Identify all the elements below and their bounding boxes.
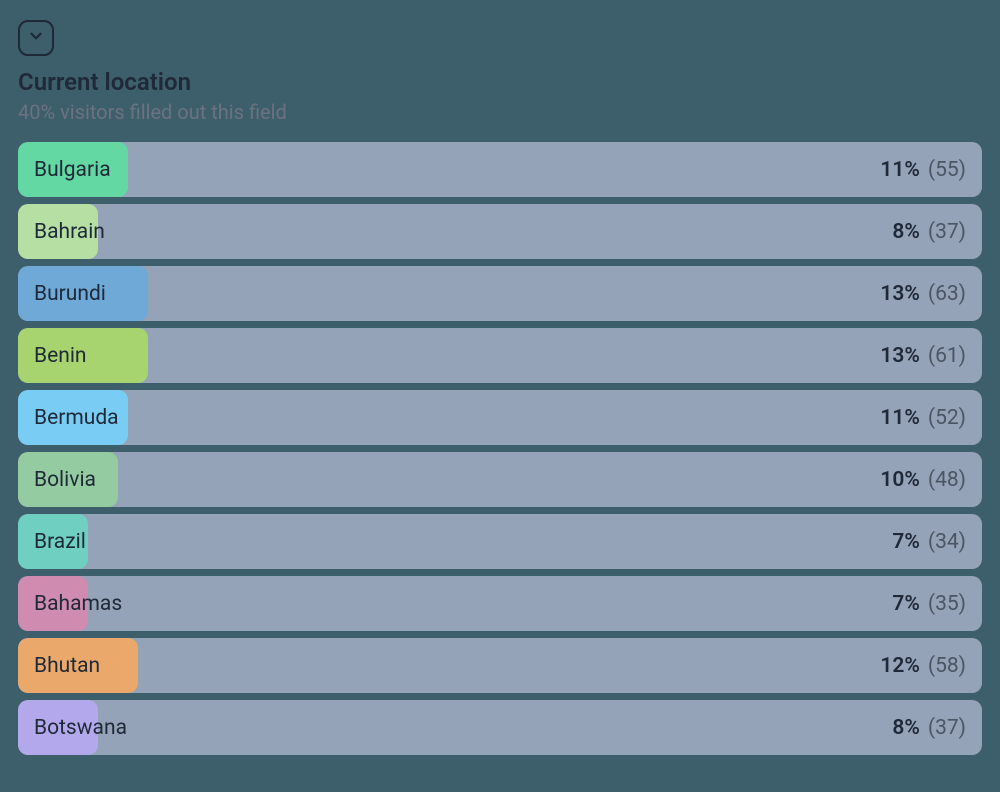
bar-label: Burundi	[18, 282, 880, 306]
bar-stats: 13% (63)	[880, 282, 982, 306]
bar-percent: 8%	[892, 716, 920, 740]
bar-stats: 8% (37)	[892, 220, 982, 244]
bar-count: (58)	[928, 654, 966, 678]
bar-label: Bhutan	[18, 654, 880, 678]
bar-stats: 10% (48)	[880, 468, 982, 492]
bar-count: (52)	[928, 406, 966, 430]
bar-percent: 13%	[880, 282, 920, 306]
bar-count: (48)	[928, 468, 966, 492]
bar-label: Brazil	[18, 530, 892, 554]
bar-percent: 7%	[892, 530, 920, 554]
bar-label: Botswana	[18, 716, 892, 740]
bar-count: (37)	[928, 220, 966, 244]
bar-label: Bahamas	[18, 592, 892, 616]
dropdown-icon-box[interactable]	[18, 20, 54, 56]
bar-label: Bahrain	[18, 220, 892, 244]
bar-label: Bolivia	[18, 468, 880, 492]
bar-list: Bulgaria11%(55)Bahrain8%(37)Burundi13%(6…	[18, 142, 982, 755]
bar-count: (35)	[928, 592, 966, 616]
bar-percent: 11%	[880, 158, 920, 182]
bar-row: Benin13% (61)	[18, 328, 982, 383]
bar-label: Benin	[18, 344, 880, 368]
bar-percent: 12%	[880, 654, 920, 678]
chevron-down-icon	[27, 27, 45, 49]
bar-count: (34)	[928, 530, 966, 554]
bar-count: (63)	[928, 282, 966, 306]
bar-row: Botswana8% (37)	[18, 700, 982, 755]
bar-percent: 11%	[880, 406, 920, 430]
bar-row: Bhutan12% (58)	[18, 638, 982, 693]
bar-label: Bermuda	[18, 406, 880, 430]
bar-count: (37)	[928, 716, 966, 740]
bar-row: Bolivia10% (48)	[18, 452, 982, 507]
bar-percent: 8%	[892, 220, 920, 244]
bar-stats: 8% (37)	[892, 716, 982, 740]
bar-percent: 13%	[880, 344, 920, 368]
bar-count: (61)	[928, 344, 966, 368]
bar-row: Bermuda11% (52)	[18, 390, 982, 445]
bar-stats: 12% (58)	[880, 654, 982, 678]
bar-row: Bulgaria11% (55)	[18, 142, 982, 197]
bar-row: Bahamas7% (35)	[18, 576, 982, 631]
bar-label: Bulgaria	[18, 158, 880, 182]
bar-percent: 7%	[892, 592, 920, 616]
bar-stats: 11% (55)	[880, 158, 982, 182]
bar-count: (55)	[928, 158, 966, 182]
bar-percent: 10%	[880, 468, 920, 492]
bar-row: Brazil7% (34)	[18, 514, 982, 569]
bar-stats: 7% (34)	[892, 530, 982, 554]
bar-stats: 11% (52)	[880, 406, 982, 430]
chart-subtitle: 40% visitors filled out this field	[18, 100, 982, 124]
bar-row: Burundi13% (63)	[18, 266, 982, 321]
bar-stats: 13% (61)	[880, 344, 982, 368]
bar-row: Bahrain8% (37)	[18, 204, 982, 259]
bar-stats: 7% (35)	[892, 592, 982, 616]
chart-title: Current location	[18, 68, 982, 96]
